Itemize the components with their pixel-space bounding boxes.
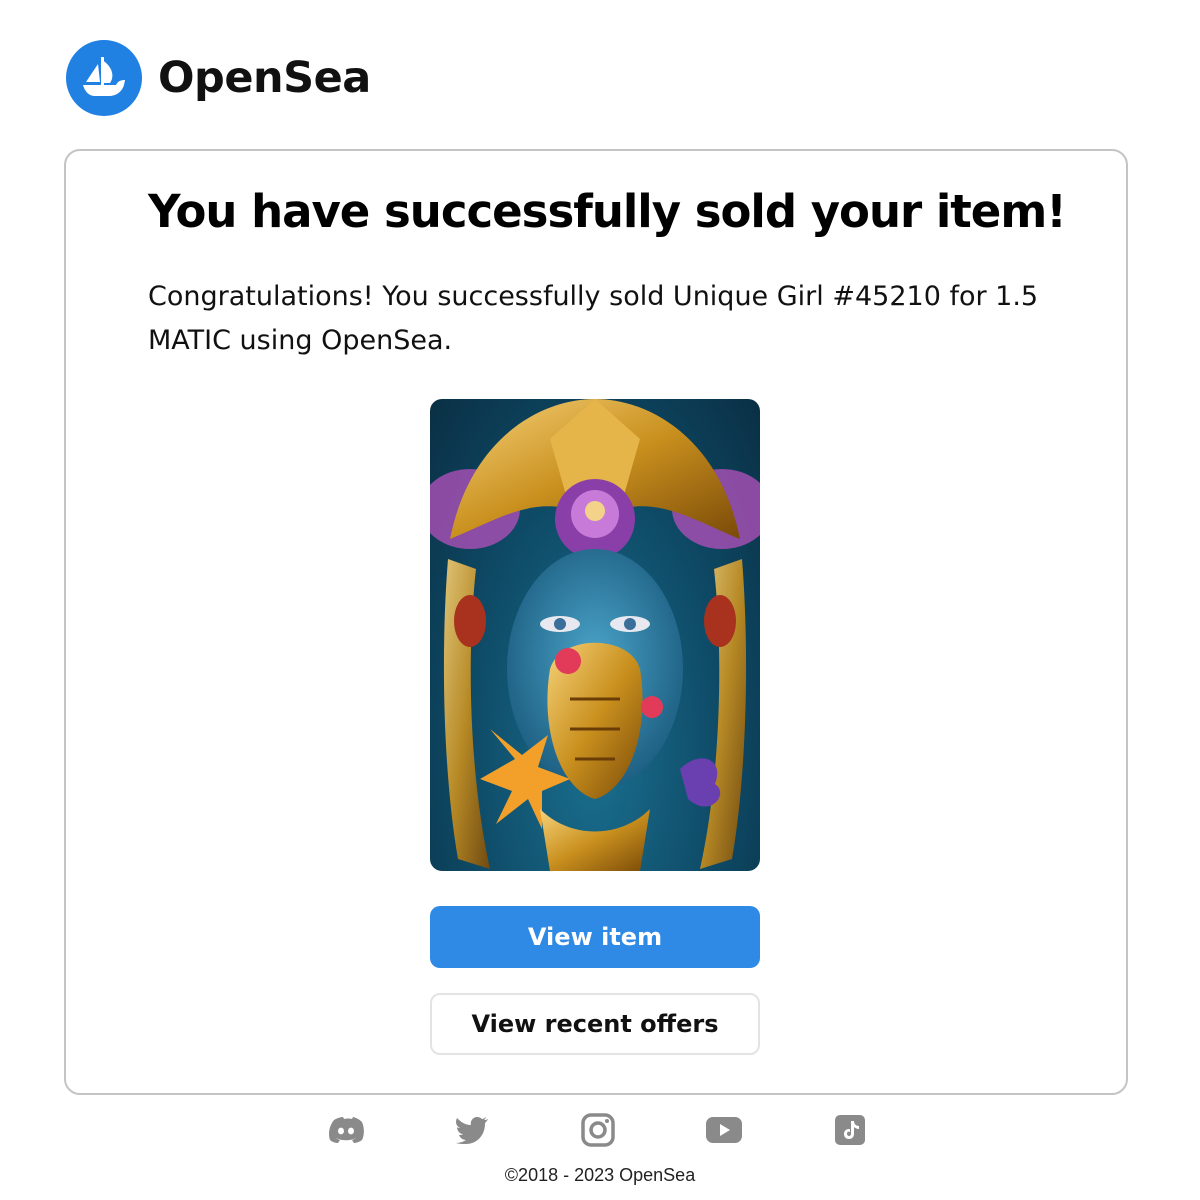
opensea-boat-icon [83, 57, 125, 96]
brand-name[interactable]: OpenSea [158, 53, 371, 103]
view-item-button[interactable]: View item [430, 906, 760, 968]
tiktok-icon[interactable] [832, 1112, 868, 1148]
header: OpenSea [66, 40, 371, 116]
notification-card: You have successfully sold your item! Co… [64, 149, 1128, 1095]
instagram-icon[interactable] [580, 1112, 616, 1148]
sale-message: Congratulations! You successfully sold U… [148, 281, 1039, 356]
youtube-icon[interactable] [706, 1112, 742, 1148]
nft-image[interactable] [430, 399, 760, 871]
twitter-icon[interactable] [454, 1112, 490, 1148]
unique-girl-artwork-image [430, 399, 760, 871]
discord-icon[interactable] [328, 1112, 364, 1148]
opensea-logo-icon[interactable] [66, 40, 142, 116]
page-title: You have successfully sold your item! [148, 185, 1067, 238]
view-recent-offers-button[interactable]: View recent offers [430, 993, 760, 1055]
copyright-footer: ©2018 - 2023 OpenSea [504, 1165, 696, 1185]
